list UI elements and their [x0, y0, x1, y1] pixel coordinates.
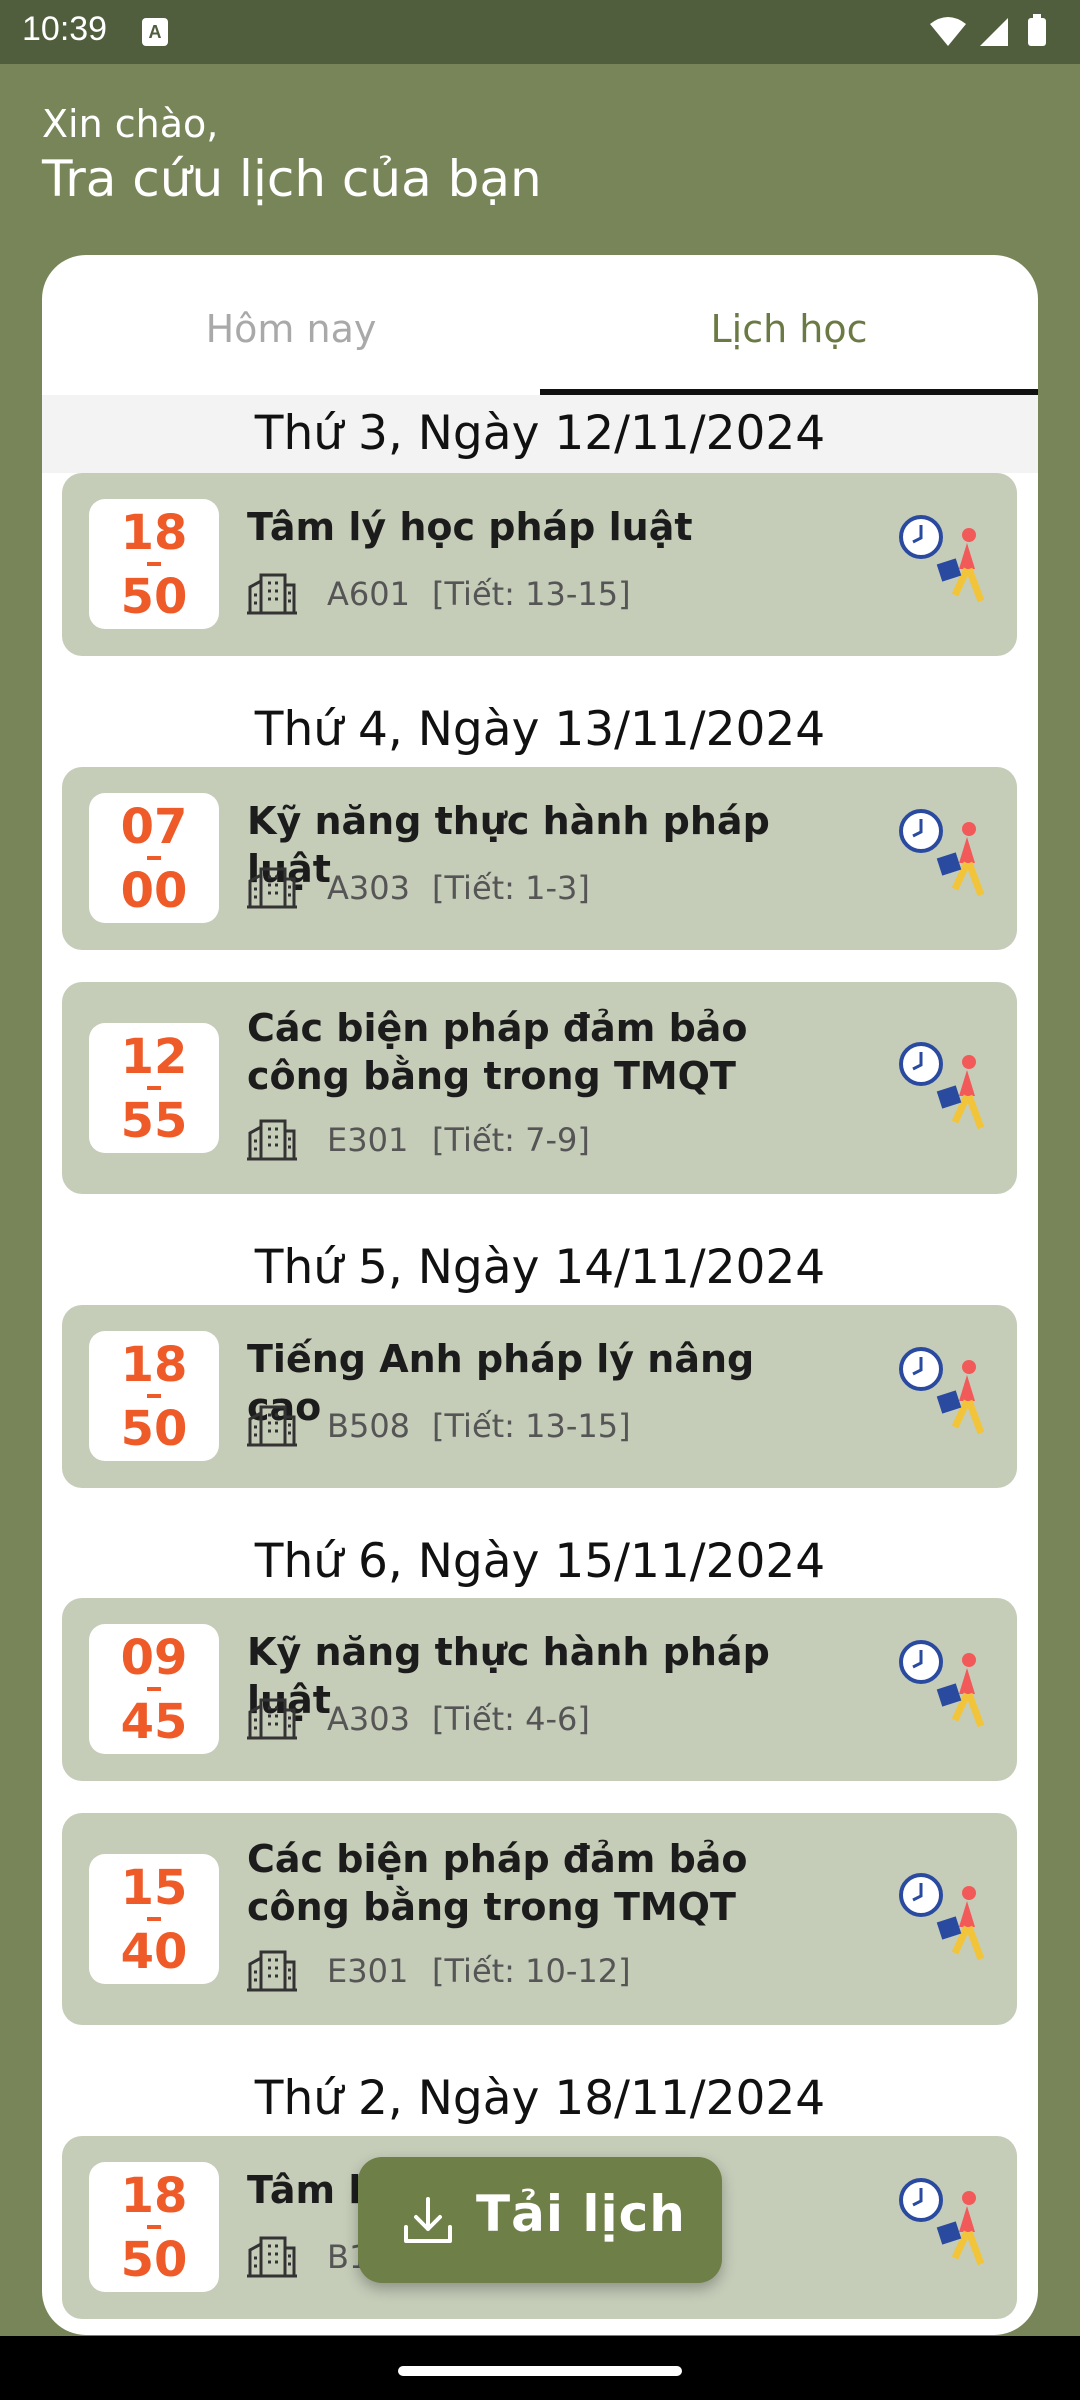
download-icon	[400, 2193, 456, 2253]
period-label: [Tiết: 13-15]	[432, 575, 631, 613]
building-icon	[247, 1696, 297, 1744]
time-dash	[147, 856, 161, 860]
time-box: 09 45	[89, 1624, 219, 1754]
start-minute: 50	[120, 569, 188, 625]
room-label: E301	[327, 1121, 409, 1159]
start-hour: 07	[120, 799, 188, 855]
time-dash	[147, 1917, 161, 1921]
room-label: B508	[327, 1407, 411, 1445]
period-label: [Tiết: 4-6]	[432, 1700, 590, 1738]
start-hour: 12	[120, 1029, 188, 1085]
schedule-item[interactable]: 18 50 Tâm lý học pháp luật A601 [Tiết: 1…	[62, 473, 1017, 656]
start-minute: 40	[120, 1924, 188, 1980]
start-minute: 50	[120, 1401, 188, 1457]
room-label: E301	[327, 1952, 409, 1990]
late-clock-icon	[899, 2176, 995, 2276]
schedule-item[interactable]: 07 00 Kỹ năng thực hành pháp luật A303 […	[62, 767, 1017, 950]
subject-title: Tâm lý học pháp luật	[247, 505, 693, 549]
late-clock-icon	[899, 1345, 995, 1445]
status-icons	[928, 12, 1058, 52]
room-label: A303	[327, 869, 410, 907]
time-dash	[147, 2225, 161, 2229]
room-label: A601	[327, 575, 410, 613]
day-header: Thứ 2, Ngày 18/11/2024	[254, 2071, 826, 2126]
subject-title: Các biện pháp đảm bảo công bằng trong TM…	[247, 1006, 748, 1098]
time-box: 18 50	[89, 2162, 219, 2292]
time-dash	[147, 1086, 161, 1090]
late-clock-icon	[899, 1040, 995, 1140]
navigation-bar	[0, 2336, 1080, 2400]
building-icon	[247, 1948, 297, 1996]
start-hour: 18	[120, 1337, 188, 1393]
tab-today[interactable]: Hôm nay	[42, 255, 540, 395]
time-dash	[147, 1394, 161, 1398]
start-minute: 55	[120, 1093, 188, 1149]
wifi-icon	[930, 17, 966, 46]
start-hour: 18	[120, 505, 188, 561]
schedule-item[interactable]: 12 55 Các biện pháp đảm bảo công bằng tr…	[62, 982, 1017, 1194]
building-icon	[247, 865, 297, 913]
late-clock-icon	[899, 1871, 995, 1971]
start-minute: 00	[120, 863, 188, 919]
notification-icon: A	[142, 18, 168, 46]
period-label: [Tiết: 10-12]	[432, 1952, 631, 1990]
time-dash	[147, 1687, 161, 1691]
download-label: Tải lịch	[476, 2185, 686, 2243]
start-hour: 15	[120, 1860, 188, 1916]
room-label: A303	[327, 1700, 410, 1738]
greeting-text: Xin chào,	[42, 102, 219, 146]
tab-schedule[interactable]: Lịch học	[540, 255, 1038, 395]
time-box: 15 40	[89, 1854, 219, 1984]
time-box: 18 50	[89, 499, 219, 629]
start-minute: 50	[120, 2232, 188, 2288]
schedule-list[interactable]: Thứ 3, Ngày 12/11/2024 18 50 Tâm lý học …	[42, 395, 1038, 2335]
start-minute: 45	[120, 1694, 188, 1750]
schedule-item[interactable]: 09 45 Kỹ năng thực hành pháp luật A303 […	[62, 1598, 1017, 1781]
status-time: 10:39	[22, 10, 108, 48]
signal-icon	[980, 18, 1008, 46]
day-header: Thứ 6, Ngày 15/11/2024	[254, 1534, 826, 1589]
time-dash	[147, 562, 161, 566]
schedule-card: Hôm nay Lịch học Thứ 3, Ngày 12/11/2024 …	[42, 255, 1038, 2335]
tab-bar: Hôm nay Lịch học	[42, 255, 1038, 395]
time-box: 12 55	[89, 1023, 219, 1153]
building-icon	[247, 1403, 297, 1451]
building-icon	[247, 2234, 297, 2282]
start-hour: 09	[120, 1630, 188, 1686]
page-title: Tra cứu lịch của bạn	[42, 150, 542, 208]
schedule-item[interactable]: 15 40 Các biện pháp đảm bảo công bằng tr…	[62, 1813, 1017, 2025]
subject-title: Các biện pháp đảm bảo công bằng trong TM…	[247, 1837, 748, 1929]
status-bar: 10:39 A	[0, 0, 1080, 64]
time-box: 07 00	[89, 793, 219, 923]
download-schedule-button[interactable]: Tải lịch	[358, 2157, 722, 2283]
day-header: Thứ 4, Ngày 13/11/2024	[254, 702, 826, 757]
period-label: [Tiết: 1-3]	[432, 869, 590, 907]
day-header: Thứ 3, Ngày 12/11/2024	[42, 395, 1038, 473]
building-icon	[247, 1117, 297, 1165]
schedule-item[interactable]: 18 50 Tiếng Anh pháp lý nâng cao B508 [T…	[62, 1305, 1017, 1488]
time-box: 18 50	[89, 1331, 219, 1461]
late-clock-icon	[899, 513, 995, 613]
start-hour: 18	[120, 2168, 188, 2224]
period-label: [Tiết: 7-9]	[432, 1121, 590, 1159]
late-clock-icon	[899, 1638, 995, 1738]
battery-icon	[1028, 14, 1046, 46]
late-clock-icon	[899, 807, 995, 907]
day-header: Thứ 5, Ngày 14/11/2024	[254, 1240, 826, 1295]
period-label: [Tiết: 13-15]	[432, 1407, 631, 1445]
home-handle[interactable]	[398, 2366, 682, 2376]
building-icon	[247, 571, 297, 619]
